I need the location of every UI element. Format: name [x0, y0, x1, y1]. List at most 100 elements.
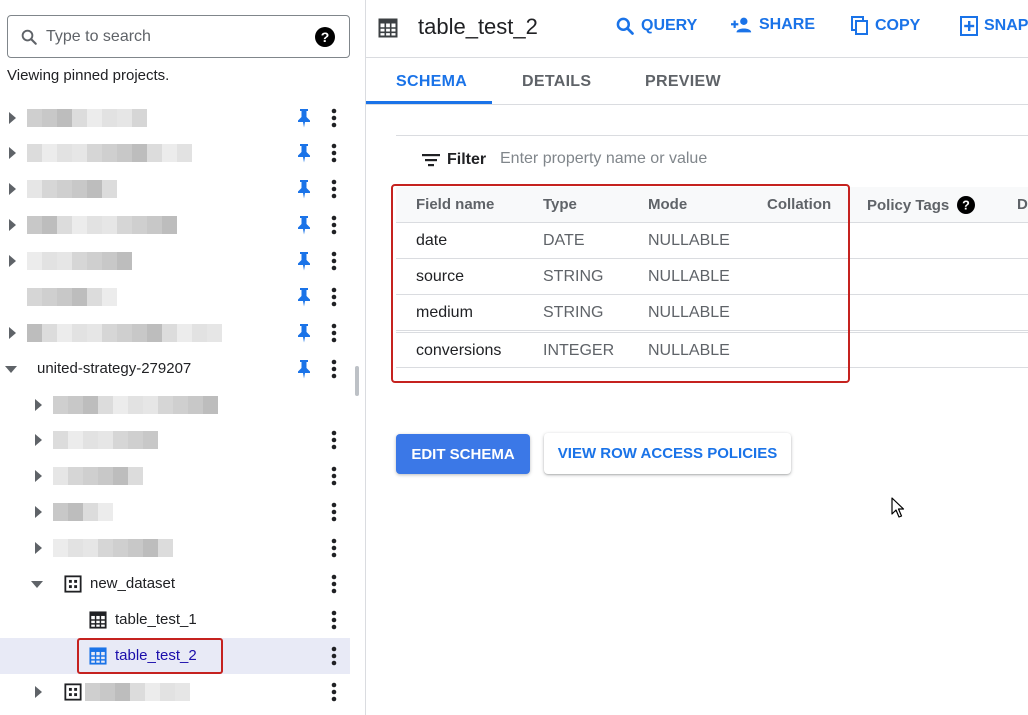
- search-icon: [20, 28, 38, 46]
- more-vert-icon[interactable]: [326, 359, 342, 379]
- schema-row: source STRING NULLABLE: [396, 259, 1028, 295]
- filter-label: Filter: [447, 151, 487, 168]
- field-type: INTEGER: [543, 342, 615, 359]
- expand-caret-icon[interactable]: [31, 398, 45, 412]
- tab-details[interactable]: DETAILS: [522, 73, 591, 91]
- expand-caret-icon[interactable]: [5, 182, 19, 196]
- policy-tags-label: Policy Tags: [867, 196, 950, 214]
- expand-caret-icon[interactable]: [31, 541, 45, 555]
- more-vert-icon[interactable]: [326, 143, 342, 163]
- svg-text:?: ?: [962, 199, 970, 213]
- active-tab-indicator: [366, 101, 492, 104]
- expand-caret-icon[interactable]: [31, 433, 45, 447]
- more-vert-icon[interactable]: [326, 215, 342, 235]
- snapshot-button[interactable]: SNAP: [960, 16, 1028, 36]
- tree-item-project[interactable]: [0, 171, 350, 207]
- more-vert-icon[interactable]: [326, 502, 342, 522]
- expand-caret-icon[interactable]: [5, 326, 19, 340]
- tree-item-project[interactable]: [0, 135, 350, 171]
- tree-item-project[interactable]: [0, 315, 350, 351]
- tree-item-dataset[interactable]: [0, 530, 350, 566]
- tree-item-project[interactable]: [0, 207, 350, 243]
- more-vert-icon[interactable]: [326, 287, 342, 307]
- expand-caret-icon[interactable]: [5, 146, 19, 160]
- collapse-caret-icon[interactable]: [4, 362, 18, 376]
- expand-caret-icon[interactable]: [31, 469, 45, 483]
- tree-item-project[interactable]: [0, 279, 350, 315]
- pin-icon[interactable]: [295, 287, 313, 307]
- table-icon: [89, 611, 107, 629]
- pin-icon[interactable]: [295, 251, 313, 271]
- redacted-name: [53, 539, 173, 557]
- tree-item-dataset[interactable]: [0, 674, 350, 710]
- filter-icon[interactable]: [422, 152, 440, 168]
- search-input[interactable]: [46, 27, 296, 46]
- more-vert-icon[interactable]: [326, 466, 342, 486]
- help-icon[interactable]: ?: [315, 27, 335, 47]
- explorer-panel: ? Viewing pinned projects. united-strate…: [0, 0, 366, 715]
- pinned-projects-message: Viewing pinned projects.: [7, 67, 170, 84]
- help-icon[interactable]: ?: [957, 196, 976, 214]
- share-button[interactable]: SHARE: [731, 16, 815, 34]
- more-vert-icon[interactable]: [326, 646, 342, 666]
- filter-divider: [396, 135, 1028, 136]
- redacted-name: [53, 503, 113, 521]
- expand-caret-icon[interactable]: [5, 254, 19, 268]
- column-header-description: De: [1017, 196, 1028, 213]
- expand-caret-icon[interactable]: [31, 505, 45, 519]
- more-vert-icon[interactable]: [326, 682, 342, 702]
- schema-row: date DATE NULLABLE: [396, 223, 1028, 259]
- search-icon: [616, 17, 634, 35]
- tree-item-dataset[interactable]: [0, 458, 350, 494]
- expand-caret-icon[interactable]: [5, 218, 19, 232]
- query-button[interactable]: QUERY: [615, 16, 697, 36]
- expand-caret-icon[interactable]: [5, 111, 19, 125]
- pin-icon[interactable]: [295, 359, 313, 379]
- more-vert-icon[interactable]: [326, 430, 342, 450]
- pin-icon[interactable]: [295, 323, 313, 343]
- more-vert-icon[interactable]: [326, 251, 342, 271]
- copy-button[interactable]: COPY: [851, 16, 920, 36]
- dataset-name: new_dataset: [90, 575, 176, 592]
- more-vert-icon[interactable]: [326, 179, 342, 199]
- field-type: STRING: [543, 304, 604, 321]
- pin-icon[interactable]: [295, 179, 313, 199]
- snapshot-button-label: SNAP: [984, 17, 1028, 34]
- explorer-scrollbar[interactable]: [355, 366, 359, 396]
- pin-icon[interactable]: [295, 143, 313, 163]
- column-header-mode: Mode: [648, 196, 688, 213]
- tree-item-dataset[interactable]: [0, 387, 350, 423]
- collapse-caret-icon[interactable]: [30, 577, 44, 591]
- tab-schema[interactable]: SCHEMA: [396, 73, 467, 91]
- table-title: table_test_2: [418, 14, 538, 39]
- tab-preview[interactable]: PREVIEW: [645, 73, 721, 91]
- more-vert-icon[interactable]: [326, 538, 342, 558]
- more-vert-icon[interactable]: [326, 610, 342, 630]
- expand-caret-icon[interactable]: [31, 685, 45, 699]
- tree-item-dataset[interactable]: [0, 422, 350, 458]
- tree-item-project[interactable]: [0, 100, 350, 136]
- person-add-icon: [731, 17, 752, 33]
- field-mode: NULLABLE: [648, 268, 730, 285]
- more-vert-icon[interactable]: [326, 108, 342, 128]
- redacted-name: [27, 180, 117, 198]
- more-vert-icon[interactable]: [326, 574, 342, 594]
- tree-item-dataset[interactable]: new_dataset: [0, 566, 350, 602]
- edit-schema-button[interactable]: EDIT SCHEMA: [396, 434, 530, 474]
- tree-item-project[interactable]: united-strategy-279207: [0, 351, 350, 387]
- field-type: STRING: [543, 268, 604, 285]
- redacted-name: [27, 216, 177, 234]
- view-row-access-policies-button[interactable]: VIEW ROW ACCESS POLICIES: [544, 433, 791, 474]
- tree-item-project[interactable]: [0, 243, 350, 279]
- schema-row: conversions INTEGER NULLABLE: [396, 332, 1028, 368]
- tree-item-table[interactable]: table_test_1: [0, 602, 350, 638]
- explorer-search: ?: [7, 15, 350, 58]
- filter-input[interactable]: [500, 150, 920, 168]
- pin-icon[interactable]: [295, 108, 313, 128]
- redacted-name: [53, 431, 158, 449]
- pin-icon[interactable]: [295, 215, 313, 235]
- tree-item-dataset[interactable]: [0, 494, 350, 530]
- more-vert-icon[interactable]: [326, 323, 342, 343]
- copy-icon: [851, 16, 868, 35]
- redacted-name: [27, 144, 192, 162]
